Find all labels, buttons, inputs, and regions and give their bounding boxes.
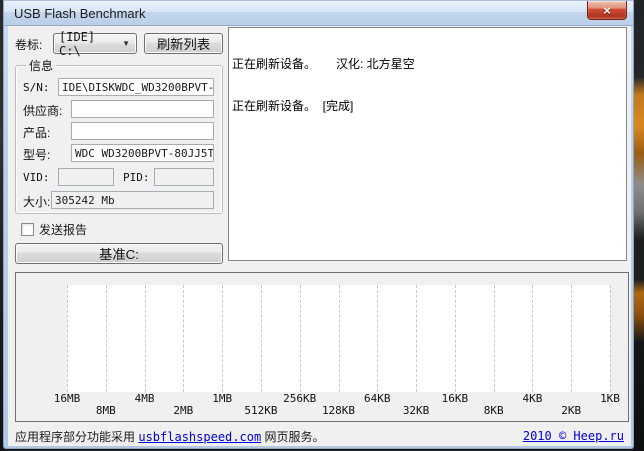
x-tick-label: 512KB: [244, 404, 277, 417]
x-tick-label: 16KB: [442, 392, 469, 405]
x-tick-label: 1KB: [600, 392, 620, 405]
product-field[interactable]: [71, 122, 214, 140]
chart-gridline: [455, 285, 456, 392]
vid-field[interactable]: [58, 168, 114, 186]
x-tick-label: 64KB: [364, 392, 391, 405]
pid-field[interactable]: [154, 168, 214, 186]
status-text: 应用程序部分功能采用 usbflashspeed.com 网页服务。: [15, 428, 523, 445]
chart-gridline: [571, 285, 572, 392]
size-field[interactable]: 305242 Mb: [51, 191, 214, 209]
x-tick-label: 2KB: [561, 404, 581, 417]
status-text-prefix: 应用程序部分功能采用: [15, 430, 138, 444]
x-tick-label: 4MB: [135, 392, 155, 405]
chart-gridline: [261, 285, 262, 392]
close-icon: ×: [603, 4, 611, 17]
chevron-down-icon: ▼: [122, 39, 131, 48]
x-tick-label: 8KB: [484, 404, 504, 417]
chart-gridline: [610, 285, 611, 392]
volume-select[interactable]: [IDE] C:\ ▼: [53, 33, 137, 54]
statusbar: 应用程序部分功能采用 usbflashspeed.com 网页服务。 2010 …: [8, 426, 631, 446]
vendor-field[interactable]: [71, 100, 214, 118]
sn-label: S/N:: [23, 81, 50, 94]
pid-label: PID:: [123, 171, 150, 184]
log-panel[interactable]: 正在刷新设备。 汉化: 北方星空 正在刷新设备。 [完成]: [228, 27, 627, 261]
model-field[interactable]: WDC WD3200BPVT-80JJ5T0: [71, 144, 214, 162]
sn-field[interactable]: IDE\DISKWDC_WD3200BPVT-80: [58, 78, 214, 96]
checkbox-icon[interactable]: [21, 223, 34, 236]
usb-flash-benchmark-window: USB Flash Benchmark × 卷标: [IDE] C:\ ▼ 刷新…: [3, 0, 634, 449]
chart-gridline: [106, 285, 107, 392]
chart-gridline: [377, 285, 378, 392]
chart-gridline: [145, 285, 146, 392]
titlebar[interactable]: USB Flash Benchmark: [4, 1, 633, 26]
chart-gridline: [300, 285, 301, 392]
product-label: 产品:: [23, 124, 50, 141]
chart-gridline: [67, 285, 68, 392]
x-tick-label: 4KB: [522, 392, 542, 405]
chart-gridline: [532, 285, 533, 392]
x-tick-label: 8MB: [96, 404, 116, 417]
x-tick-label: 32KB: [403, 404, 430, 417]
volume-label: 卷标:: [15, 36, 42, 53]
x-tick-label: 16MB: [54, 392, 81, 405]
volume-select-value: [IDE] C:\: [59, 30, 122, 58]
vendor-label: 供应商:: [23, 102, 62, 119]
status-link-usbflashspeed[interactable]: usbflashspeed.com: [138, 430, 261, 444]
refresh-list-button[interactable]: 刷新列表: [144, 33, 223, 54]
size-label: 大小:: [23, 193, 50, 210]
info-legend: 信息: [26, 57, 56, 74]
chart-gridline: [416, 285, 417, 392]
log-line: 正在刷新设备。 [完成]: [232, 99, 623, 113]
status-text-suffix: 网页服务。: [261, 430, 324, 444]
status-link-heep[interactable]: 2010 © Heep.ru: [523, 429, 624, 443]
benchmark-c-button[interactable]: 基准C:: [15, 243, 223, 264]
desktop-right-strip: [634, 0, 644, 451]
chart-labels: 16MB8MB4MB2MB1MB512KB256KB128KB64KB32KB1…: [67, 392, 610, 420]
window-title: USB Flash Benchmark: [14, 6, 146, 21]
x-tick-label: 128KB: [322, 404, 355, 417]
client-area: 卷标: [IDE] C:\ ▼ 刷新列表 信息 S/N: IDE\DISKWDC…: [8, 26, 631, 446]
benchmark-chart-panel: 16MB 8MB 4MB 2MB 1MB 512KB 256KB 128KB 64KB 32KB 1…: [15, 272, 629, 422]
send-report-checkbox[interactable]: 发送报告: [21, 222, 87, 236]
x-tick-label: 2MB: [173, 404, 193, 417]
model-label: 型号:: [23, 146, 50, 163]
log-line: 正在刷新设备。 汉化: 北方星空: [232, 57, 623, 71]
chart-gridline: [339, 285, 340, 392]
chart-gridline: [494, 285, 495, 392]
send-report-label: 发送报告: [39, 221, 87, 238]
chart-gridline: [183, 285, 184, 392]
x-tick-label: 1MB: [212, 392, 232, 405]
chart-gridline: [222, 285, 223, 392]
vid-label: VID:: [23, 171, 50, 184]
chart-plot: [67, 285, 610, 392]
close-button[interactable]: ×: [587, 1, 627, 20]
x-tick-label: 256KB: [283, 392, 316, 405]
